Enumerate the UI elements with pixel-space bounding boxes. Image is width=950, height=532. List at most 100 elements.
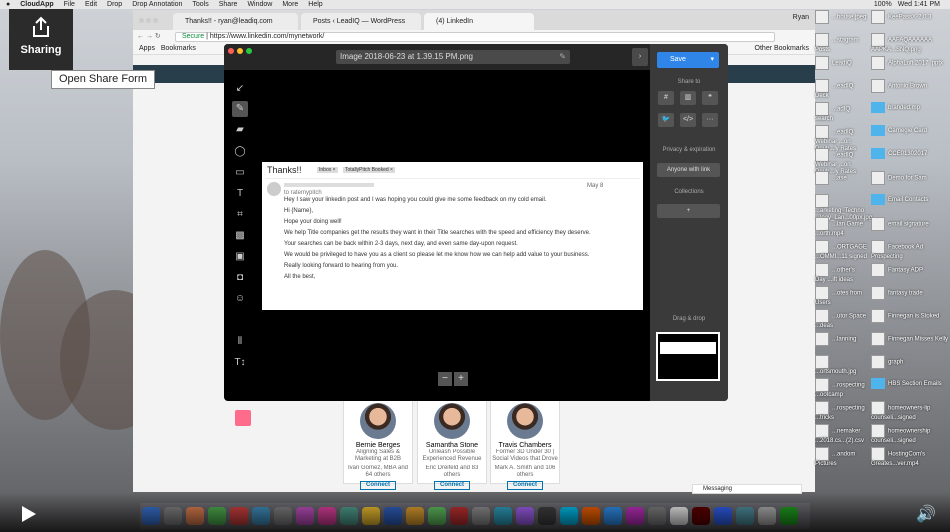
desktop-icon[interactable]: ...ase bbox=[815, 171, 867, 185]
bookmark-bookmarks[interactable]: Bookmarks bbox=[161, 45, 196, 52]
desktop-icon[interactable]: fantasy trade bbox=[871, 286, 950, 300]
blur-tool-icon[interactable]: ▩ bbox=[232, 228, 248, 244]
play-icon[interactable] bbox=[22, 506, 36, 522]
embed-share-icon[interactable]: </> bbox=[680, 113, 696, 127]
menu-edit[interactable]: Edit bbox=[85, 1, 97, 8]
menu-window[interactable]: Window bbox=[247, 1, 272, 8]
connect-button[interactable]: Connect bbox=[360, 481, 396, 490]
slack-share-icon[interactable]: # bbox=[658, 91, 674, 105]
desktop-icon[interactable]: Carnegie Card bbox=[871, 125, 950, 136]
people-card[interactable]: Travis Chambers Former 3D Under 30 | Soc… bbox=[490, 398, 560, 490]
desktop-icon[interactable]: ...ORTGAGE ...OMMI...11 signed bbox=[815, 240, 867, 261]
pen-tool-icon[interactable]: ✎ bbox=[232, 101, 248, 117]
desktop-icon[interactable]: ...house.jpeg bbox=[815, 10, 867, 24]
battery-status[interactable]: 100% bbox=[874, 1, 892, 8]
desktop-icon[interactable]: ...stagram Posts bbox=[815, 33, 867, 54]
zoom-window-icon[interactable] bbox=[246, 48, 252, 54]
zoom-in-button[interactable]: + bbox=[454, 372, 468, 386]
pixelate-tool-icon[interactable]: ▣ bbox=[232, 249, 248, 265]
line-width-icon[interactable]: ⦀ bbox=[232, 334, 248, 350]
menu-more[interactable]: More bbox=[282, 1, 298, 8]
volume-icon[interactable]: 🔊 bbox=[916, 504, 936, 524]
bookmark-apps[interactable]: Apps bbox=[139, 45, 155, 52]
apple-icon[interactable]: ● bbox=[6, 1, 10, 8]
desktop-icon[interactable]: HBS Section Emails bbox=[871, 378, 950, 389]
desktop-icon[interactable]: ...eadIQ Deck bbox=[815, 79, 867, 100]
more-share-icon[interactable]: ··· bbox=[702, 113, 718, 127]
spotlight-tool-icon[interactable]: ◘ bbox=[232, 270, 248, 286]
desktop-icon[interactable]: Antonio Brown bbox=[871, 79, 950, 93]
other-bookmarks[interactable]: Other Bookmarks bbox=[755, 43, 809, 55]
minimize-window-icon[interactable] bbox=[237, 48, 243, 54]
desktop-icon[interactable]: graph bbox=[871, 355, 950, 369]
desktop-icon[interactable]: HostingCom's Greates...ver.mp4 bbox=[871, 447, 950, 468]
desktop-icon[interactable]: Finnegan is Stoked bbox=[871, 309, 950, 323]
save-dropdown-icon[interactable]: ▾ bbox=[710, 52, 714, 68]
people-card[interactable]: Samantha Stone Unleash Possible Experien… bbox=[417, 398, 487, 490]
desktop-icon[interactable]: Email Contacts bbox=[871, 194, 950, 205]
desktop-icon[interactable]: ...ian Game ...orth.mp4 bbox=[815, 217, 867, 238]
desktop-icon[interactable]: email signature bbox=[871, 217, 950, 231]
desktop-icon[interactable]: KeePassX-2.0.3 bbox=[871, 10, 950, 24]
desktop-icon[interactable]: branded.mp bbox=[871, 102, 950, 113]
menu-help[interactable]: Help bbox=[308, 1, 322, 8]
desktop-icon[interactable]: ...andom Pictures bbox=[815, 447, 867, 468]
arrow-tool-icon[interactable]: ↙ bbox=[232, 81, 248, 97]
zoom-out-button[interactable]: − bbox=[438, 372, 452, 386]
people-card[interactable]: Bernie Berges Aligning Sales & Marketing… bbox=[343, 398, 413, 490]
collapse-panel-icon[interactable]: › bbox=[632, 48, 648, 66]
add-collection-button[interactable]: + bbox=[657, 204, 720, 218]
crop-tool-icon[interactable]: ⌗ bbox=[232, 207, 248, 223]
desktop-icon[interactable]: Facebook Ad Prospecting bbox=[871, 240, 950, 261]
desktop-icon[interactable]: homeowners-lip counseli...signed bbox=[871, 401, 950, 422]
desktop-icon[interactable]: ...rospecting ...tricks bbox=[815, 401, 867, 422]
desktop-icon[interactable]: Finnegan Misses Kelly bbox=[871, 332, 950, 346]
screenshot-canvas[interactable]: Thanks!! Inbox × TotallyPitch Booked × t… bbox=[262, 162, 643, 310]
desktop-icon[interactable]: ...utor Space ...deas bbox=[815, 309, 867, 330]
save-button[interactable]: Save ▾ bbox=[657, 52, 719, 68]
menu-clock[interactable]: Wed 1:41 PM bbox=[898, 1, 940, 8]
profile-name[interactable]: Ryan bbox=[793, 14, 809, 21]
desktop-icon[interactable]: Fantasy ADP bbox=[871, 263, 950, 277]
desktop-icon[interactable]: homeownership counseli...signed bbox=[871, 424, 950, 445]
menu-share[interactable]: Share bbox=[219, 1, 238, 8]
browser-tab-gmail[interactable]: Thanks!! - ryan@leadiq.com bbox=[173, 13, 298, 30]
hangouts-share-icon[interactable]: ❝ bbox=[702, 91, 718, 105]
privacy-select[interactable]: Anyone with link bbox=[657, 163, 720, 177]
desktop-icon[interactable]: AlphaLoft 2017 .pptx bbox=[871, 56, 950, 70]
rectangle-tool-icon[interactable]: ▭ bbox=[232, 165, 248, 181]
highlighter-tool-icon[interactable]: ▰ bbox=[232, 122, 248, 138]
twitter-share-icon[interactable]: 🐦 bbox=[658, 113, 674, 127]
desktop-icon[interactable]: ...other's Day ...ift ideas bbox=[815, 263, 867, 284]
desktop-icon[interactable]: AAFAQAAAAAA AAPKA...SNQ.png bbox=[871, 33, 950, 54]
desktop-icon[interactable]: ...otes from Users bbox=[815, 286, 867, 307]
desktop-icon[interactable]: ...lanning bbox=[815, 332, 867, 346]
connect-button[interactable]: Connect bbox=[434, 481, 470, 490]
desktop-icon[interactable]: Demo for Sam bbox=[871, 171, 950, 185]
desktop-icon[interactable]: ...rospecting ...ootcamp bbox=[815, 378, 867, 399]
trello-share-icon[interactable]: ▥ bbox=[680, 91, 696, 105]
menu-tools[interactable]: Tools bbox=[192, 1, 208, 8]
edit-pencil-icon[interactable]: ✎ bbox=[559, 50, 566, 64]
menu-file[interactable]: File bbox=[64, 1, 75, 8]
filename-field[interactable]: Image 2018-06-23 at 1.39.15 PM.png ✎ bbox=[336, 50, 570, 64]
desktop-icon[interactable]: ...nemaker ...2018.cs...(2).csv bbox=[815, 424, 867, 445]
url-field[interactable]: Secure | https://www.linkedin.com/mynetw… bbox=[175, 32, 775, 42]
emoji-tool-icon[interactable]: ☺ bbox=[232, 291, 248, 307]
text-size-icon[interactable]: T↕ bbox=[232, 355, 248, 371]
text-tool-icon[interactable]: T bbox=[232, 186, 248, 202]
back-forward-reload-icons[interactable]: ← → ↻ bbox=[137, 32, 161, 40]
desktop-icon[interactable]: ...adIQ search bbox=[815, 102, 867, 123]
drag-drop-thumbnail[interactable] bbox=[656, 332, 720, 381]
color-swatch[interactable] bbox=[235, 410, 251, 426]
desktop-icon[interactable]: LeadIQ bbox=[815, 56, 867, 70]
ellipse-tool-icon[interactable]: ◯ bbox=[232, 144, 248, 160]
desktop-icon[interactable]: ...ortsmouth.jpg bbox=[815, 355, 867, 376]
window-controls[interactable] bbox=[139, 16, 158, 25]
connect-button[interactable]: Connect bbox=[507, 481, 543, 490]
browser-tab-linkedin[interactable]: (4) LinkedIn bbox=[424, 13, 534, 30]
menu-drop[interactable]: Drop bbox=[107, 1, 122, 8]
sharing-button[interactable]: Sharing bbox=[9, 9, 73, 70]
menu-drop-annotation[interactable]: Drop Annotation bbox=[132, 1, 182, 8]
menu-app-name[interactable]: CloudApp bbox=[20, 1, 53, 8]
